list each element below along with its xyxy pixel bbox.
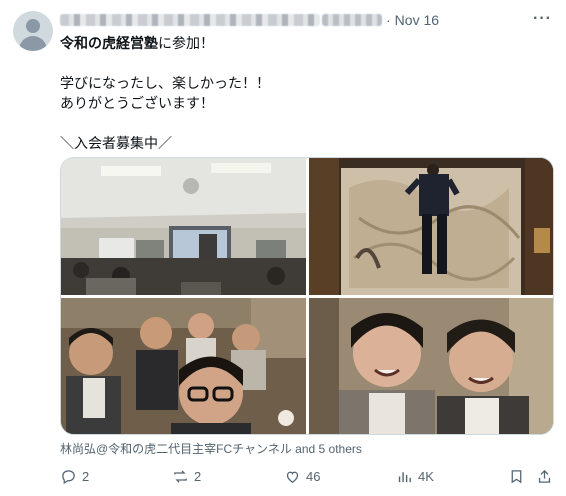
photo-speaker-stage[interactable]	[309, 158, 553, 295]
share-icon	[538, 469, 551, 483]
reply-count: 2	[82, 469, 90, 484]
repost-icon	[174, 470, 187, 483]
bookmark-button[interactable]	[508, 468, 530, 485]
more-icon[interactable]: ···	[533, 10, 552, 28]
action-bar: 2 2 46 4K	[60, 468, 554, 488]
views-icon	[398, 472, 411, 483]
avatar-body-shape	[19, 36, 47, 51]
photo-credit[interactable]: 林尚弘@令和の虎二代目主宰FCチャンネル and 5 others	[60, 440, 362, 457]
tweet-text-bold: 令和の虎経営塾	[60, 35, 158, 51]
avatar-head-shape	[26, 19, 40, 33]
tweet-text-line4: ＼入会者募集中／	[60, 135, 172, 151]
views-button[interactable]: 4K	[396, 468, 434, 485]
repost-button[interactable]: 2	[172, 468, 201, 485]
photo-two-men[interactable]	[309, 298, 553, 434]
share-button[interactable]	[536, 468, 558, 485]
photo-grid	[60, 157, 554, 435]
reply-button[interactable]: 2	[60, 468, 89, 485]
like-count: 46	[306, 469, 321, 484]
photo-group-selfie[interactable]	[61, 298, 306, 434]
photo-seminar-room[interactable]	[61, 158, 306, 295]
blurred-handle[interactable]	[322, 14, 382, 26]
like-icon	[286, 471, 299, 483]
tweet-date[interactable]: Nov 16	[395, 12, 439, 28]
repost-count: 2	[194, 469, 202, 484]
tweet-text-line2: 学びになったし、楽しかった！！	[60, 75, 270, 91]
reply-icon	[62, 470, 75, 485]
separator-dot: ·	[386, 12, 391, 28]
avatar[interactable]	[13, 11, 53, 51]
tweet-header: · Nov 16	[60, 11, 439, 29]
tweet-text-line3: ありがとうございます！	[60, 95, 214, 111]
blurred-display-name[interactable]	[60, 14, 320, 26]
tweet-text: 令和の虎経営塾に参加！ 学びになったし、楽しかった！！ ありがとうございます！ …	[60, 33, 270, 153]
tweet-text-line1: に参加！	[158, 35, 214, 51]
views-count: 4K	[418, 469, 434, 484]
like-button[interactable]: 46	[284, 468, 320, 485]
bookmark-icon	[511, 470, 522, 484]
